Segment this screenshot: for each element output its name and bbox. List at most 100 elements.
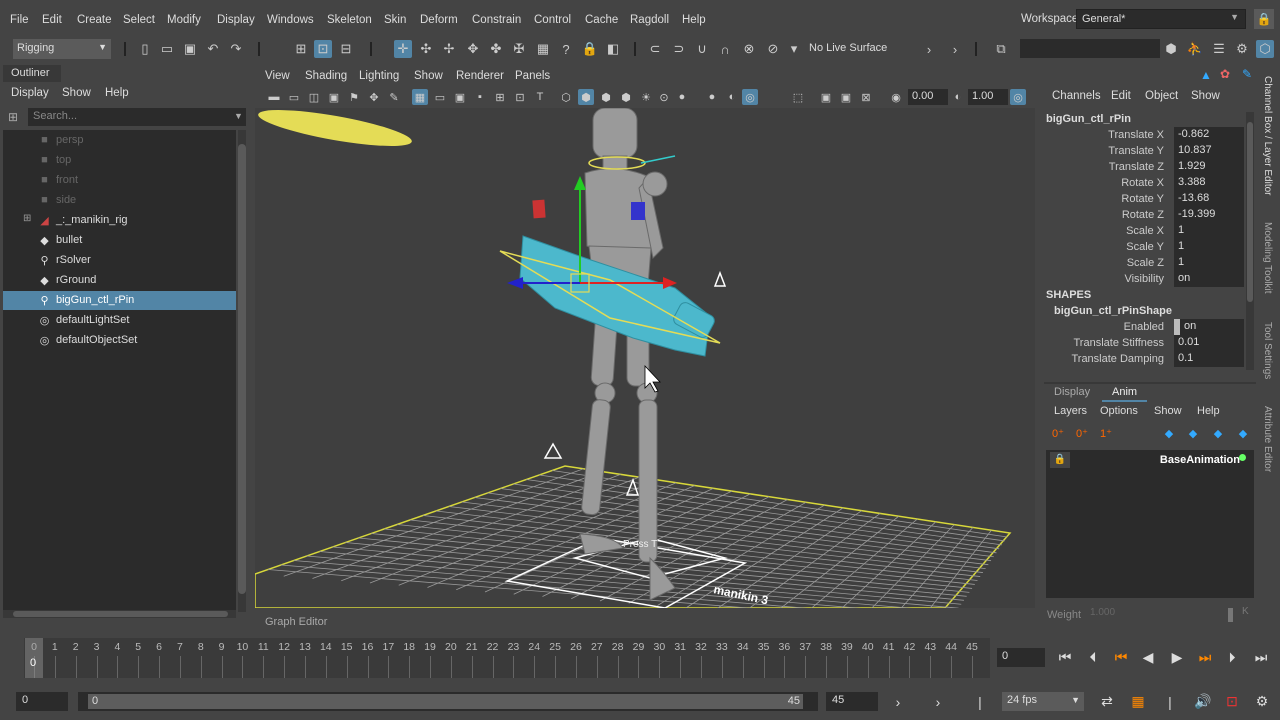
snap-face-icon[interactable]: ∩ <box>716 40 734 58</box>
menu-skin[interactable]: Skin <box>384 14 406 26</box>
tab-channel-box[interactable]: Channel Box / Layer Editor <box>1262 76 1273 196</box>
go-to-start-icon[interactable]: ⏮ <box>1055 648 1075 666</box>
attribute-editor-icon[interactable]: ☰ <box>1210 40 1228 58</box>
channel-value[interactable]: on <box>1174 271 1244 287</box>
filter-icon[interactable]: ⊞ <box>8 110 22 124</box>
lock-selection-icon[interactable]: 🔒 <box>581 40 599 58</box>
open-scene-icon[interactable]: ▭ <box>158 40 176 58</box>
channel-value[interactable]: 0.01 <box>1174 335 1244 351</box>
exposure-icon[interactable]: ◉ <box>888 89 904 105</box>
gamma-field[interactable]: 1.00 <box>968 89 1008 105</box>
snap-projected-icon[interactable]: ✥ <box>464 40 482 58</box>
menu-ragdoll[interactable]: Ragdoll <box>630 14 669 26</box>
outliner-menu-display[interactable]: Display <box>11 87 49 99</box>
live-surface-label[interactable]: No Live Surface <box>809 42 887 54</box>
pencil-icon[interactable]: ✎ <box>386 89 402 105</box>
symmetry-icon[interactable]: ? <box>557 40 575 58</box>
select-component-icon[interactable]: ⊟ <box>337 40 355 58</box>
select-object-icon[interactable]: ⊡ <box>314 40 332 58</box>
shape-channel-row[interactable]: Translate Damping 0.1 <box>1044 351 1244 367</box>
shape-channel-row[interactable]: Enabled on <box>1044 319 1244 335</box>
textured-icon[interactable]: ⬢ <box>618 89 634 105</box>
snap-surface-icon[interactable]: ✠ <box>510 40 528 58</box>
step-forward-icon[interactable]: ⏵ <box>1222 648 1242 666</box>
xray-joints-icon[interactable]: ▣ <box>838 89 854 105</box>
viewport-menu-renderer[interactable]: Renderer <box>456 70 504 82</box>
range-slider[interactable]: 0 45 <box>78 692 818 711</box>
loop-icon[interactable]: ⇄ <box>1097 692 1117 711</box>
viewport-menu-view[interactable]: View <box>265 70 290 82</box>
depth-of-field-icon[interactable]: ◎ <box>742 89 758 105</box>
outliner-item-defaultlightset[interactable]: ◎ defaultLightSet <box>3 311 236 330</box>
chevron-down-icon[interactable]: ▼ <box>234 111 243 121</box>
gamma-icon[interactable]: ◐ <box>950 89 966 105</box>
channel-box-icon[interactable]: ⬡ <box>1256 40 1274 58</box>
zero-key-icon[interactable]: 0⁺ <box>1049 425 1067 441</box>
channel-value[interactable]: 1 <box>1174 255 1244 271</box>
resolution-gate-icon[interactable]: ▣ <box>452 89 468 105</box>
outliner-item-manikin-rig[interactable]: ⊞ ◢ _:_manikin_rig <box>3 211 236 230</box>
menu-cache[interactable]: Cache <box>585 14 618 26</box>
tab-tool-settings[interactable]: Tool Settings <box>1262 322 1273 379</box>
fps-select[interactable]: 24 fps ▼ <box>1002 692 1084 711</box>
history-icon[interactable]: ◧ <box>604 40 622 58</box>
outliner-menu-help[interactable]: Help <box>105 87 129 99</box>
channelbox-menu-object[interactable]: Object <box>1145 90 1178 102</box>
render-icon[interactable]: ✿ <box>1220 67 1230 81</box>
animation-prefs-icon[interactable]: ⚙ <box>1252 692 1272 711</box>
layer-menu-help[interactable]: Help <box>1197 405 1220 417</box>
menu-create[interactable]: Create <box>77 14 112 26</box>
new-layer-selected-icon[interactable]: ◆ <box>1234 425 1252 441</box>
input-line-icon[interactable]: ⧉ <box>992 40 1010 58</box>
xray-components-icon[interactable]: ⊠ <box>858 89 874 105</box>
channel-row[interactable]: Translate Y 10.837 <box>1044 143 1244 159</box>
new-scene-icon[interactable]: ▯ <box>136 40 154 58</box>
snap-point-icon[interactable]: ✢ <box>440 40 458 58</box>
channel-row[interactable]: Rotate X 3.388 <box>1044 175 1244 191</box>
layer-menu-options[interactable]: Options <box>1100 405 1138 417</box>
channel-value[interactable]: 1 <box>1174 239 1244 255</box>
viewport-menu-panels[interactable]: Panels <box>515 70 550 82</box>
ambient-occlusion-icon[interactable]: ● <box>674 89 690 105</box>
scrollbar-thumb[interactable] <box>238 144 246 594</box>
color-management-icon[interactable]: ◎ <box>1010 89 1026 105</box>
light-disc[interactable] <box>256 108 414 153</box>
grid-icon[interactable]: ▦ <box>412 89 428 105</box>
channel-row[interactable]: Rotate Y -13.68 <box>1044 191 1244 207</box>
menu-windows[interactable]: Windows <box>267 14 314 26</box>
channel-value[interactable]: -0.862 <box>1174 127 1244 143</box>
field-chart-icon[interactable]: ⊞ <box>492 89 508 105</box>
menu-select[interactable]: Select <box>123 14 155 26</box>
shape-channel-row[interactable]: Translate Stiffness 0.01 <box>1044 335 1244 351</box>
isolate-select-icon[interactable]: ⬚ <box>790 89 806 105</box>
channel-row[interactable]: Translate X -0.862 <box>1044 127 1244 143</box>
outliner-item-rsolver[interactable]: ⚲ rSolver <box>3 251 236 270</box>
new-layer-icon[interactable]: ◆ <box>1209 425 1227 441</box>
bookmark-icon[interactable]: ◫ <box>306 89 322 105</box>
weight-value[interactable]: 1.000 <box>1090 607 1115 618</box>
snap-live-icon[interactable]: ▦ <box>534 40 552 58</box>
lock-icon[interactable]: 🔒 <box>1050 452 1070 468</box>
play-backward-icon[interactable]: ◀ <box>1138 648 1158 666</box>
step-back-key-icon[interactable]: ⏮ <box>1111 648 1131 666</box>
tab-display-layers[interactable]: Display <box>1044 384 1100 402</box>
lock-icon[interactable]: 🔒 <box>1254 9 1274 29</box>
channelbox-menu-channels[interactable]: Channels <box>1052 90 1101 102</box>
snap-curve-icon[interactable]: ✣ <box>417 40 435 58</box>
redo-icon[interactable]: ↷ <box>227 40 245 58</box>
range-slider-bar-fill[interactable] <box>88 694 803 709</box>
channel-value[interactable]: 1 <box>1174 223 1244 239</box>
menu-deform[interactable]: Deform <box>420 14 458 26</box>
modeling-toolkit-icon[interactable]: ⬢ <box>1162 40 1180 58</box>
menu-display[interactable]: Display <box>217 14 255 26</box>
outliner-item-top[interactable]: ■ top <box>3 151 236 170</box>
channel-value[interactable]: -19.399 <box>1174 207 1244 223</box>
3d-viewport[interactable]: manikin 3 <box>255 108 1035 608</box>
menu-file[interactable]: File <box>10 14 29 26</box>
menu-control[interactable]: Control <box>534 14 571 26</box>
snap-vertex-icon[interactable]: ∪ <box>693 40 711 58</box>
snap-together-icon[interactable]: ⊘ <box>764 40 782 58</box>
snap-center-icon[interactable]: ⊗ <box>740 40 758 58</box>
lights-icon[interactable]: ☀ <box>638 89 654 105</box>
shadows-icon[interactable]: ⊙ <box>656 89 672 105</box>
